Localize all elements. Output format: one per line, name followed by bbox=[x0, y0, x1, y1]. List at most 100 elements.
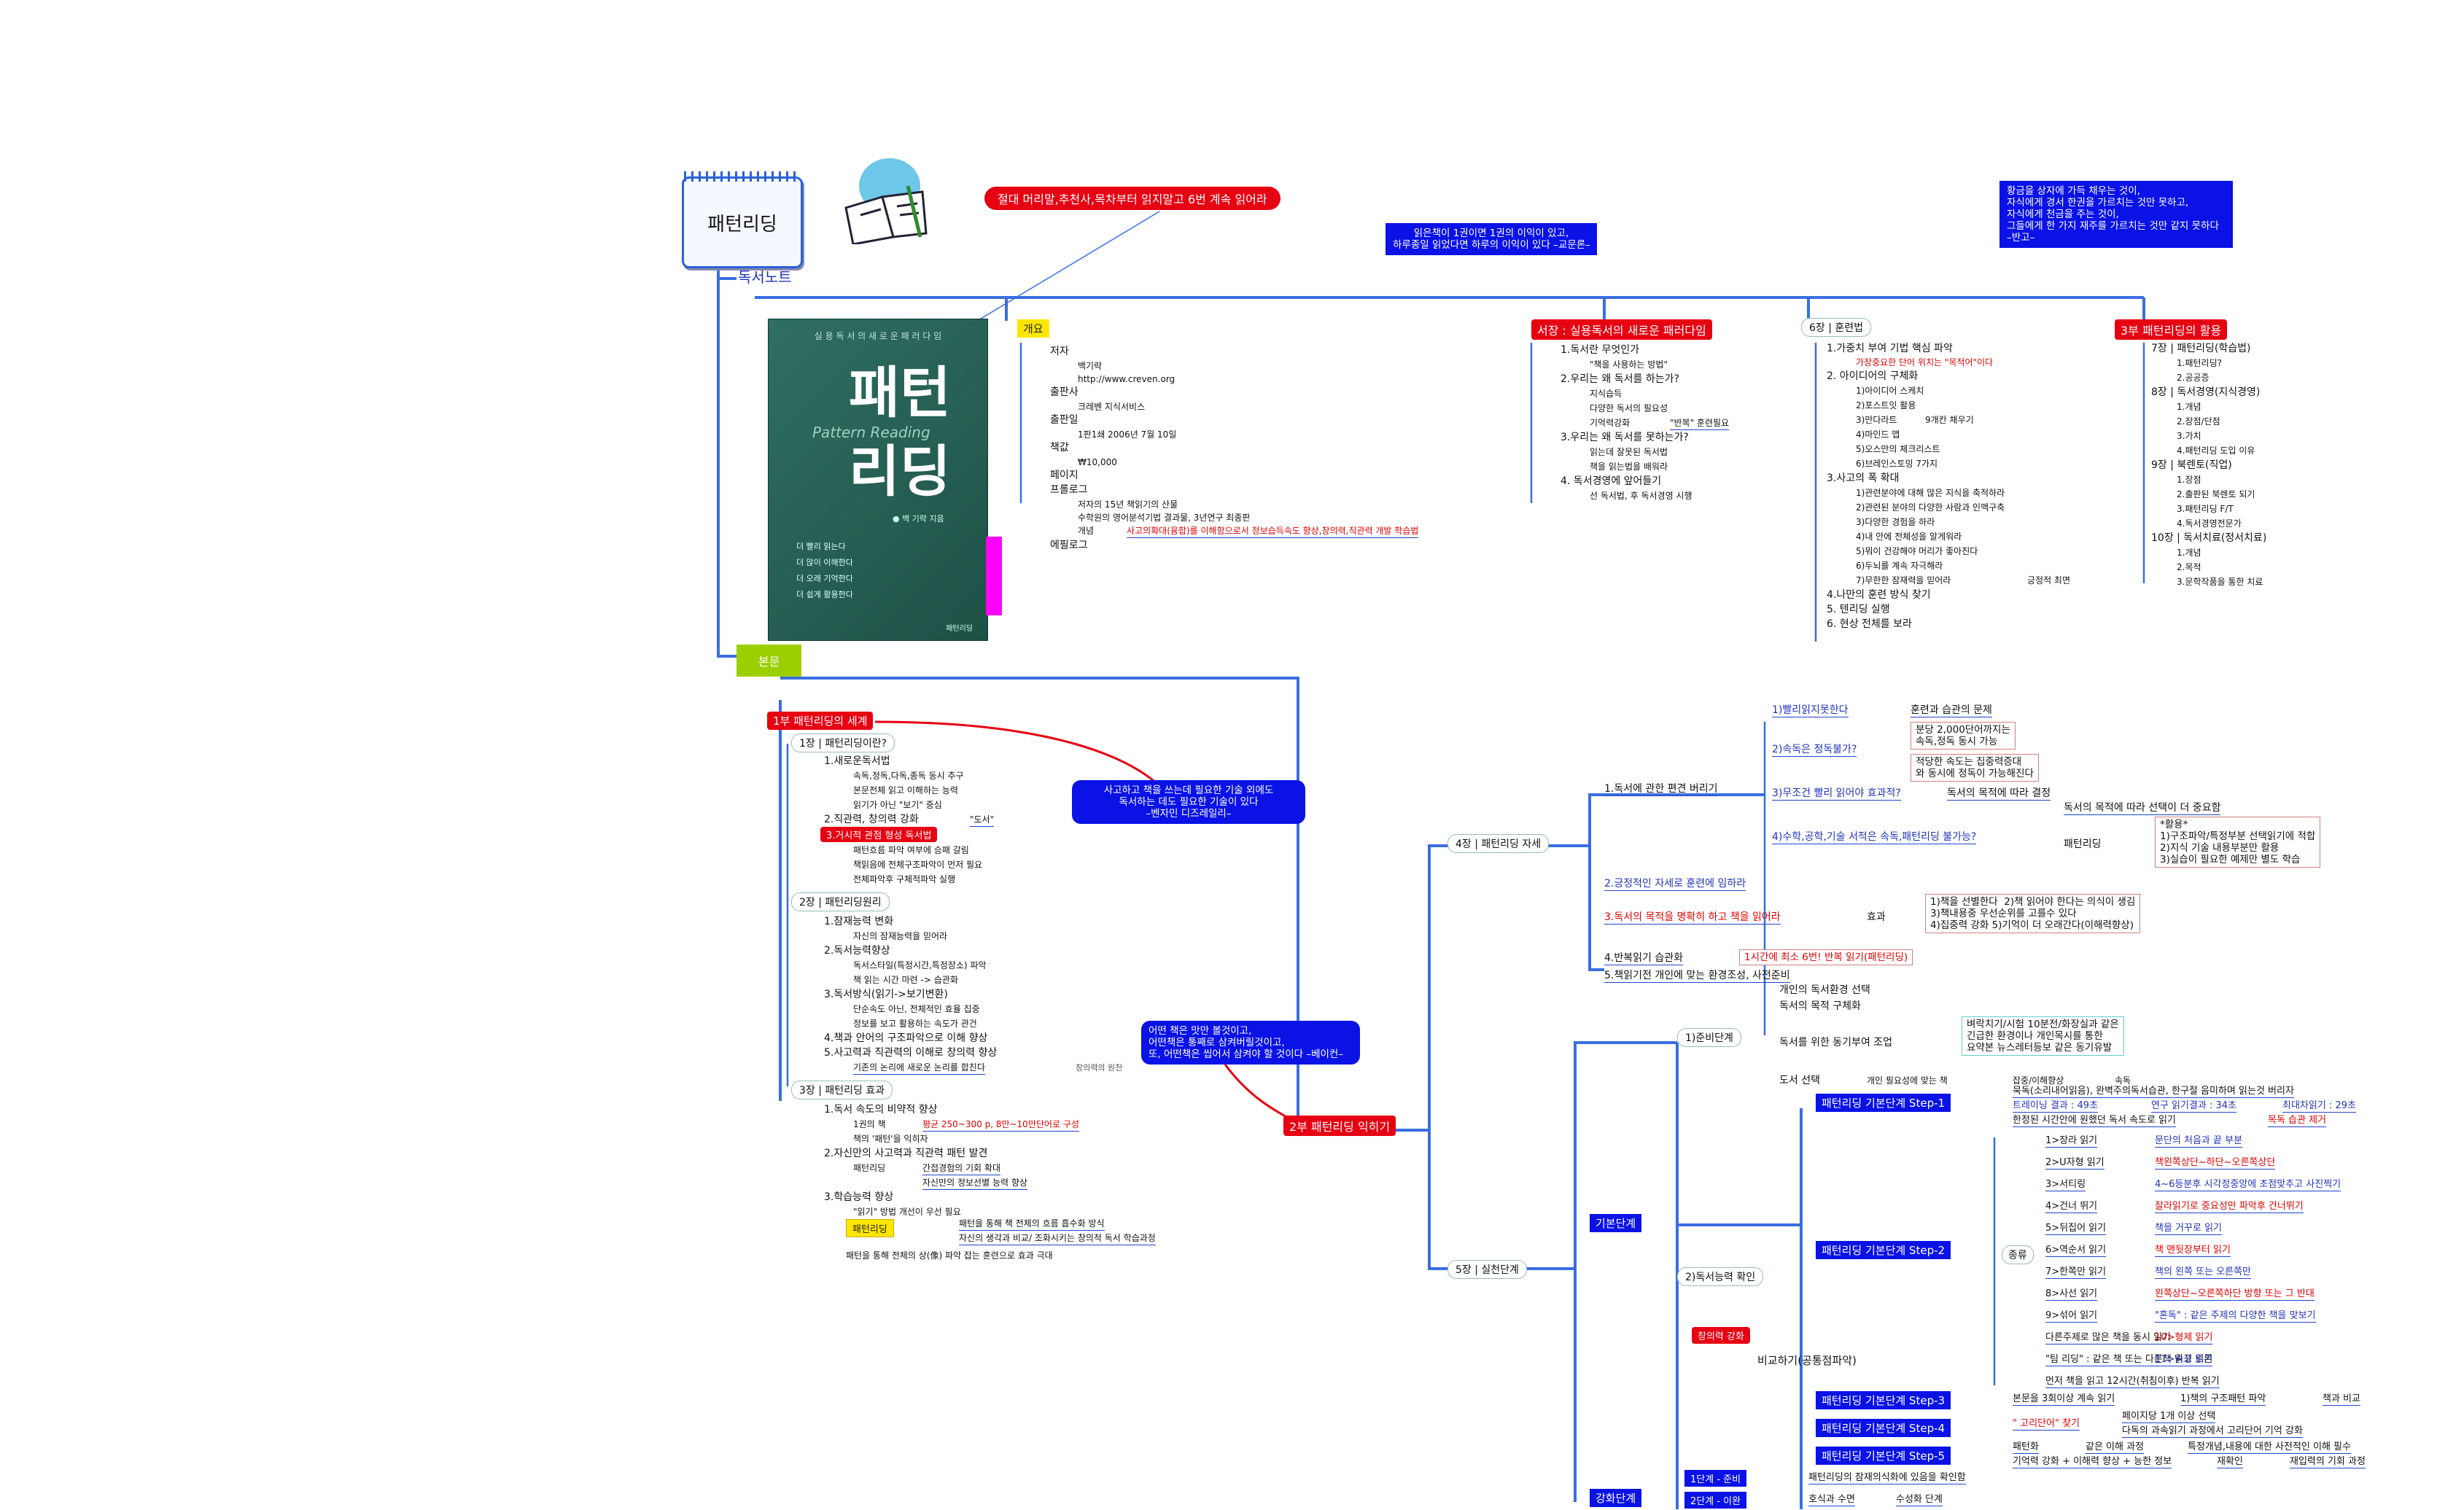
ch1-item: "도서" bbox=[970, 814, 995, 827]
overview-item: 프롤로그 bbox=[1050, 484, 1088, 496]
notebook-icon bbox=[839, 157, 933, 246]
step2-method-desc: "혼독" : 같은 주제의 다양한 책을 맞보기 bbox=[2155, 1310, 2316, 1323]
overview-node[interactable]: 개요 bbox=[1017, 319, 1049, 338]
prep-item: 개인 필요성에 맞는 책 bbox=[1867, 1075, 1948, 1086]
part3-item: 3.패턴리딩 F/T bbox=[2177, 504, 2234, 514]
part2-node[interactable]: 2부 패턴리딩 익히기 bbox=[1283, 1116, 1396, 1136]
ch4-branch-2: 2.긍정적인 자세로 훈련에 임하라 bbox=[1604, 878, 1746, 891]
step2-node[interactable]: 패턴리딩 기본단계 Step-2 bbox=[1816, 1241, 1951, 1259]
ch6-item: 3)만다라트 bbox=[1856, 415, 1897, 425]
part3-item: 1.장점 bbox=[2177, 475, 2201, 485]
root-node[interactable]: 패턴리딩 bbox=[682, 171, 803, 268]
quote-b: 어떤 책은 맛만 볼것이고, 어떤책은 통째로 삼켜버릴것이고, 또, 어떤책은… bbox=[1141, 1021, 1360, 1065]
part3-item: 1.개념 bbox=[2177, 548, 2201, 558]
ch5-node[interactable]: 5장 | 실천단계 bbox=[1447, 1260, 1527, 1279]
creative-node[interactable]: 창의력 강화 bbox=[1692, 1327, 1750, 1344]
ch2-item: 3.독서방식(읽기->보기변환) bbox=[824, 989, 948, 1000]
step5-item: 같은 이해 과정 bbox=[2086, 1441, 2145, 1454]
step2-kind: 종류 bbox=[2002, 1245, 2034, 1264]
ch4-node[interactable]: 4장 | 패턴리딩 자세 bbox=[1447, 834, 1550, 853]
basic-stage-node[interactable]: 기본단계 bbox=[1590, 1214, 1642, 1232]
ch3-node[interactable]: 3장 | 패턴리딩 효과 bbox=[791, 1081, 893, 1100]
ch6-item: 4)마인드 맵 bbox=[1856, 429, 1900, 440]
ch3-item: 2.자신만의 사고력과 직관력 패턴 발견 bbox=[824, 1148, 988, 1159]
intro-node[interactable]: 서장 : 실용독서의 새로운 패러다임 bbox=[1531, 319, 1712, 340]
ch4-branch-1: 1.독서에 관한 편견 버리기 bbox=[1604, 783, 1718, 796]
step5-item: 기억력 강화 + 이해력 향상 + 능한 정보 bbox=[2013, 1456, 2172, 1468]
part3-node[interactable]: 3부 패턴리딩의 활용 bbox=[2115, 319, 2228, 340]
ch6-item: 1)아이디어 스케치 bbox=[1856, 386, 1924, 396]
overview-item: 저자의 15년 책읽기의 산물 bbox=[1078, 499, 1178, 510]
step4-item: 다독의 과속읽기 과정에서 고리단어 기억 강화 bbox=[2122, 1425, 2303, 1438]
ch6-node[interactable]: 6장 | 훈련법 bbox=[1801, 318, 1872, 337]
part3-item: 2.출판된 북렌토 되기 bbox=[2177, 489, 2255, 499]
step4-item: " 고리단어" 찾기 bbox=[2013, 1418, 2080, 1431]
book-cover: 실 용 독 서 의 새 로 운 패 러 다 임 패턴 Pattern Readi… bbox=[768, 319, 988, 641]
ch6-item: 3.사고의 폭 확대 bbox=[1827, 472, 1900, 484]
ch6-item: 가장중요한 단어 위치는 "목적어"이다 bbox=[1856, 357, 1994, 367]
ch6-item: 2)관련된 분야의 다양한 사람과 인맥구축 bbox=[1856, 502, 2005, 513]
step5-item: 특정개념,내용에 대한 사전적인 이해 필수 bbox=[2188, 1441, 2351, 1454]
ch6-item: 2)포스트잇 활용 bbox=[1856, 400, 1916, 410]
intro-item: "반복" 훈련필요 bbox=[1670, 417, 1730, 430]
ch1-node[interactable]: 1장 | 패턴리딩이란? bbox=[791, 733, 895, 752]
part3-item: 3.가치 bbox=[2177, 431, 2201, 441]
step5-item: 재입력의 기회 과정 bbox=[2290, 1456, 2366, 1468]
ch6-item: 5. 텐리딩 실행 bbox=[1827, 604, 1890, 615]
reading-note-label[interactable]: 독서노트 bbox=[738, 270, 792, 284]
overview-item: 백기락 bbox=[1078, 361, 1103, 371]
red-banner: 절대 머리말,추천사,목차부터 읽지말고 6번 계속 읽어라 bbox=[984, 187, 1280, 210]
step1-item: 묵독(소리내어읽음), 완벽주의독서습관, 한구절 음미하며 읽는것 버리자 bbox=[2013, 1086, 2294, 1098]
skill-check-node[interactable]: 2)독서능력 확인 bbox=[1677, 1267, 1764, 1286]
ch6-item: 3)다양한 경험을 하라 bbox=[1856, 517, 1935, 527]
ch2-item: 책 읽는 시간 마련 -> 습관화 bbox=[853, 975, 958, 985]
step2-method-name: 다른주제로 많은 책을 동시 읽기 bbox=[2045, 1332, 2172, 1344]
ch4-b3-effect: 효과 bbox=[1867, 911, 1886, 923]
part1-node[interactable]: 1부 패턴리딩의 세계 bbox=[767, 712, 874, 730]
ch3-item: 평균 250~300 p, 8만~10만단어로 구성 bbox=[922, 1118, 1079, 1132]
ch6-item: 긍정적 최면 bbox=[2027, 575, 2071, 585]
step5-node[interactable]: 패턴리딩 기본단계 Step-5 bbox=[1816, 1447, 1951, 1465]
step1-node[interactable]: 패턴리딩 기본단계 Step-1 bbox=[1816, 1094, 1951, 1112]
intro-item: 1.독서란 무엇인가 bbox=[1561, 344, 1639, 356]
ch3-item: 패턴을 통해 책 전체의 흐름 흡수화 방식 bbox=[959, 1218, 1105, 1231]
step2-method-name: 3>서티링 bbox=[2045, 1179, 2086, 1191]
adv-item: 2단계 - 이완 bbox=[1684, 1492, 1747, 1509]
step2-method-desc: 4~6등분후 시각정중앙에 초점맞추고 사진찍기 bbox=[2155, 1179, 2341, 1191]
step2-method-name: 8>사선 읽기 bbox=[2045, 1288, 2098, 1301]
ch2-item: 1.잠재능력 변화 bbox=[824, 916, 894, 927]
main-body-node[interactable]: 본문 bbox=[737, 645, 802, 677]
ch1-item: 2.직관력, 창의력 강화 bbox=[824, 814, 919, 825]
prep-node[interactable]: 1)준비단계 bbox=[1677, 1028, 1741, 1047]
step2-method-desc: 11>속성 읽기 bbox=[2155, 1354, 2213, 1366]
step3-node[interactable]: 패턴리딩 기본단계 Step-3 bbox=[1816, 1391, 1951, 1409]
intro-item: 읽는데 잘못된 독서법 bbox=[1590, 447, 1668, 457]
ch3-item: 1.독서 속도의 비약적 향상 bbox=[824, 1104, 938, 1116]
step5-item: 패턴화 bbox=[2013, 1441, 2039, 1454]
step3-item: 책과 비교 bbox=[2323, 1393, 2360, 1406]
ch4-box-1: 분당 2,000단어까지는 속독,정독 동시 가능 bbox=[1911, 722, 2016, 750]
intro-item: 2.우리는 왜 독서를 하는가? bbox=[1561, 373, 1679, 385]
ch6-item: 1.가중치 부여 기법 핵심 파악 bbox=[1827, 343, 1953, 354]
step2-method-name: 7>한쪽만 읽기 bbox=[2045, 1266, 2107, 1279]
ch4-box-2: 적당한 속도는 집중력증대 와 동시에 정독이 가능해진다 bbox=[1911, 754, 2039, 782]
book-bullet: 더 빨리 읽는다 bbox=[796, 542, 846, 551]
ch4-b1-item: 1)빨리읽지못한다 bbox=[1772, 704, 1849, 717]
overview-item: 출판사 bbox=[1050, 386, 1079, 398]
adv-stage-node[interactable]: 강화단계 bbox=[1590, 1489, 1642, 1507]
ch4-branch-4: 4.반복읽기 습관화 bbox=[1604, 952, 1683, 965]
ch2-item: 독서스타일(특정시간,특정장소) 파악 bbox=[853, 960, 987, 970]
step2-method-desc: 잘라읽기로 중요성만 파악후 건너뛰기 bbox=[2155, 1201, 2304, 1213]
ch4-b1-item: 3)무조건 빨리 읽어야 효과적? bbox=[1772, 787, 1901, 801]
ch1-item-highlight: 3.거시적 관점 형성 독서법 bbox=[820, 827, 938, 842]
intro-item: 선 독서법, 후 독서경영 시행 bbox=[1590, 491, 1692, 501]
ch6-item: 4)내 안에 전체성을 알게워라 bbox=[1856, 532, 1962, 542]
step1-item: 최대차읽기 : 29초 bbox=[2282, 1100, 2356, 1113]
part3-item: 2.목적 bbox=[2177, 562, 2201, 572]
ch2-item: 단순속도 아닌, 전체적인 효율 집중 bbox=[853, 1004, 980, 1014]
part3-item: 8장 | 독서경영(지식경영) bbox=[2151, 386, 2261, 398]
ch2-node[interactable]: 2장 | 패턴리딩원리 bbox=[791, 892, 890, 911]
overview-item: 수학원의 영어분석기법 결과물, 3년연구 최종판 bbox=[1078, 513, 1251, 523]
step4-node[interactable]: 패턴리딩 기본단계 Step-4 bbox=[1816, 1419, 1951, 1437]
prep-item: 독서를 위한 동기부여 조업 bbox=[1779, 1037, 1893, 1048]
